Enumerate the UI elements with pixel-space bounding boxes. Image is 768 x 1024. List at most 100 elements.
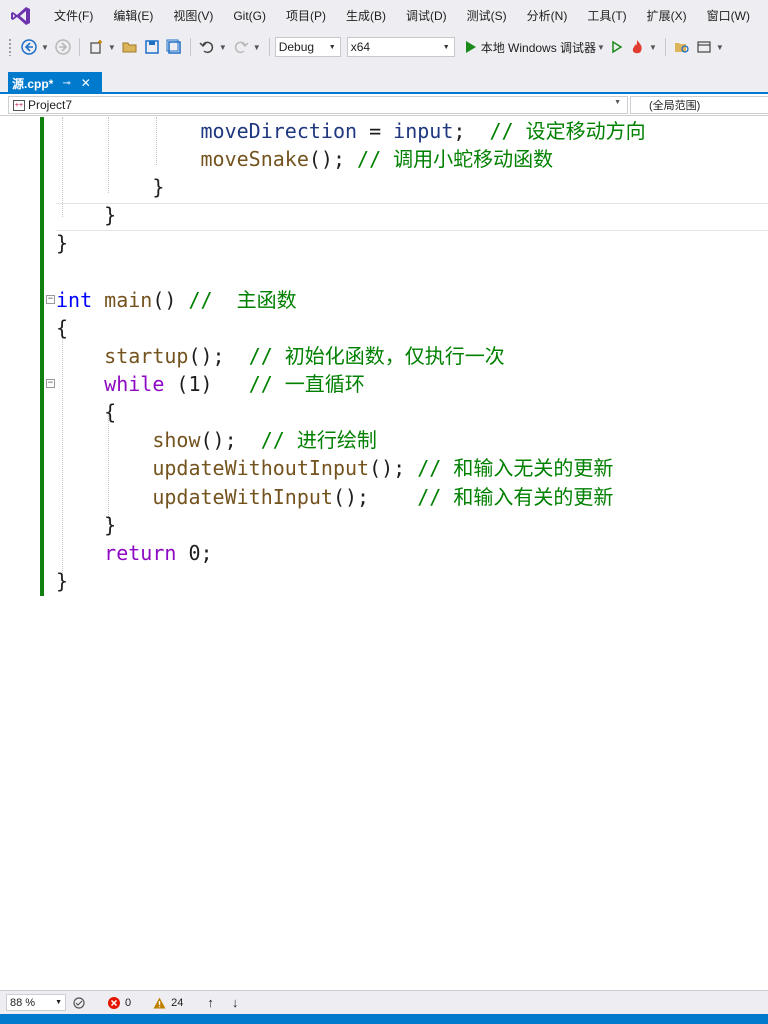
- code-punctuation: ;: [453, 119, 490, 143]
- code-identifier: input: [393, 119, 454, 143]
- start-debugging-label: 本地 Windows 调试器: [480, 40, 597, 55]
- find-in-files-button[interactable]: [671, 36, 693, 58]
- previous-issue-button[interactable]: ↑: [207, 995, 214, 1010]
- window-layout-icon: [697, 41, 711, 53]
- pin-icon[interactable]: ⊸: [62, 78, 70, 89]
- window-layout-button[interactable]: [693, 36, 715, 58]
- save-all-icon: [166, 39, 181, 54]
- menu-help[interactable]: 帮: [760, 0, 768, 32]
- chevron-down-icon: ▼: [442, 43, 450, 51]
- start-without-debugging-button[interactable]: [608, 36, 626, 58]
- main-status-bar: [0, 1014, 768, 1024]
- new-project-icon: [90, 40, 102, 54]
- configuration-value: Debug: [278, 40, 315, 54]
- chevron-down-icon: ▼: [614, 99, 621, 106]
- menu-build[interactable]: 生成(B): [336, 0, 396, 32]
- navigate-forward-button[interactable]: [52, 36, 74, 58]
- code-comment: // 设定移动方向: [489, 119, 646, 143]
- code-punctuation: ();: [188, 344, 249, 368]
- navigation-bar: ++ Project7 ▼ (全局范围): [0, 94, 768, 116]
- save-all-button[interactable]: [163, 36, 185, 58]
- menu-test[interactable]: 测试(S): [457, 0, 517, 32]
- chevron-down-icon[interactable]: ▼: [253, 43, 261, 52]
- code-comment: // 调用小蛇移动函数: [357, 147, 554, 171]
- menu-extensions[interactable]: 扩展(X): [637, 0, 697, 32]
- fold-toggle-icon[interactable]: −: [46, 295, 55, 304]
- code-keyword: int: [56, 288, 93, 312]
- code-function-name: main: [92, 288, 153, 312]
- start-debugging-button[interactable]: 本地 Windows 调试器: [465, 39, 596, 56]
- code-comment: // 主函数: [188, 288, 297, 312]
- code-comment: // 和输入有关的更新: [417, 485, 614, 509]
- chevron-down-icon[interactable]: ▼: [597, 43, 605, 52]
- save-button[interactable]: [141, 36, 163, 58]
- configuration-select[interactable]: Debug ▼: [274, 37, 341, 57]
- project-dropdown[interactable]: ++ Project7 ▼: [8, 96, 628, 114]
- chevron-down-icon[interactable]: ▼: [108, 43, 116, 52]
- code-punctuation: 0;: [176, 541, 213, 565]
- menu-window[interactable]: 窗口(W): [697, 0, 760, 32]
- error-icon: [108, 996, 120, 1009]
- menu-edit[interactable]: 编辑(E): [103, 0, 163, 32]
- redo-button[interactable]: [230, 36, 252, 58]
- scope-dropdown[interactable]: (全局范围): [630, 96, 768, 114]
- code-line: updateWithInput(); // 和输入有关的更新: [56, 483, 613, 511]
- tab-label: 源.cpp*: [12, 76, 54, 91]
- warning-count-button[interactable]: 24: [153, 997, 183, 1009]
- play-icon: [465, 41, 476, 53]
- code-health-icon: [73, 996, 85, 1009]
- platform-select[interactable]: x64 ▼: [346, 37, 455, 57]
- zoom-level-select[interactable]: 88 % ▼: [6, 994, 66, 1011]
- code-line: startup(); // 初始化函数，仅执行一次: [56, 342, 505, 370]
- code-line: {: [56, 316, 69, 340]
- menu-git[interactable]: Git(G): [223, 0, 276, 32]
- code-keyword: while: [104, 372, 165, 396]
- code-line: while (1) // 一直循环: [56, 370, 365, 398]
- code-line: moveDirection = input; // 设定移动方向: [56, 117, 646, 145]
- chevron-down-icon[interactable]: ▼: [649, 43, 657, 52]
- menu-file[interactable]: 文件(F): [44, 0, 103, 32]
- menu-tools[interactable]: 工具(T): [577, 0, 636, 32]
- code-comment: // 进行绘制: [260, 428, 377, 452]
- toolbar-grip[interactable]: [8, 38, 12, 56]
- chevron-down-icon[interactable]: ▼: [41, 43, 49, 52]
- menu-bar: 文件(F) 编辑(E) 视图(V) Git(G) 项目(P) 生成(B) 调试(…: [0, 0, 768, 32]
- navigate-back-button[interactable]: [18, 36, 40, 58]
- menu-project[interactable]: 项目(P): [276, 0, 336, 32]
- tab-source-cpp[interactable]: 源.cpp* ⊸ ✕: [8, 72, 102, 94]
- chevron-down-icon[interactable]: ▼: [219, 43, 227, 52]
- menu-view[interactable]: 视图(V): [163, 0, 223, 32]
- menu-debug[interactable]: 调试(D): [396, 0, 457, 32]
- hot-reload-button[interactable]: [626, 36, 648, 58]
- new-item-button[interactable]: [85, 36, 107, 58]
- code-health-button[interactable]: [72, 996, 86, 1010]
- warning-count: 24: [171, 996, 184, 1009]
- toolbar-separator: [189, 38, 191, 56]
- fold-toggle-icon[interactable]: −: [46, 379, 55, 388]
- visual-studio-logo-icon[interactable]: [10, 5, 32, 27]
- standard-toolbar: ▼ ▼ ▼ ▼ Debug ▼ x64 ▼ 本地 Windows 调试器 ▼ ▼…: [0, 32, 768, 62]
- next-issue-button[interactable]: ↓: [232, 995, 239, 1010]
- close-icon[interactable]: ✕: [81, 76, 91, 90]
- code-line: }: [56, 569, 69, 593]
- arrow-up-icon: ↑: [207, 995, 214, 1010]
- undo-button[interactable]: [196, 36, 218, 58]
- toolbar-separator: [268, 38, 270, 56]
- chevron-down-icon[interactable]: ▼: [716, 43, 724, 52]
- menu-analyze[interactable]: 分析(N): [517, 0, 578, 32]
- play-outline-icon: [612, 40, 623, 54]
- code-editor[interactable]: − − moveDirection = input; // 设定移动方向 mov…: [0, 117, 768, 990]
- error-count-button[interactable]: 0: [108, 996, 131, 1009]
- code-line: moveSnake(); // 调用小蛇移动函数: [56, 145, 554, 173]
- open-file-button[interactable]: [119, 36, 141, 58]
- code-punctuation: (): [152, 288, 189, 312]
- editor-status-strip: 88 % ▼ 0 24 ↑ ↓: [0, 990, 768, 1014]
- folder-search-icon: [674, 43, 689, 53]
- code-function-call: startup: [104, 344, 189, 368]
- code-line: }: [56, 203, 117, 227]
